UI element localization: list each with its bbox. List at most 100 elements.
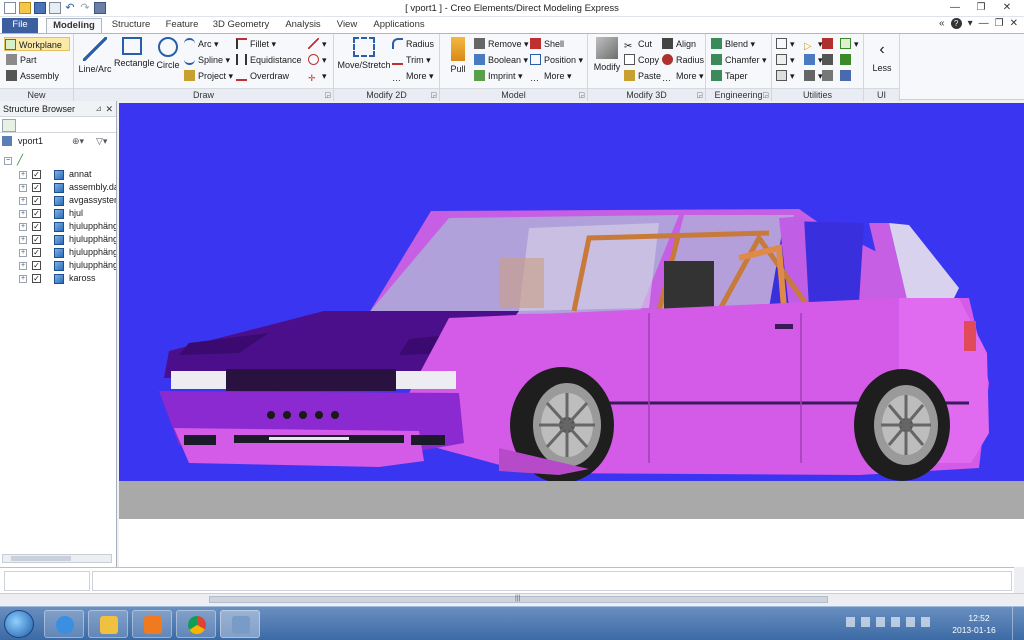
assembly-button[interactable]: Assembly [6, 69, 59, 83]
utility-section-icon[interactable]: ▾ [776, 53, 795, 67]
position-button[interactable]: Position ▾ [530, 53, 583, 67]
visibility-checkbox[interactable]: ✓ [32, 222, 41, 231]
command-scrollbar[interactable] [1014, 567, 1024, 593]
taskbar-explorer[interactable] [88, 610, 128, 638]
tree-item[interactable]: + ✓ assembly.da [0, 181, 116, 194]
line-arc-button[interactable]: Line/Arc [78, 37, 112, 74]
utility-box-icon[interactable]: ▾ [776, 69, 795, 83]
paste-button[interactable]: Paste [624, 69, 661, 83]
visibility-checkbox[interactable]: ✓ [32, 235, 41, 244]
visibility-checkbox[interactable]: ✓ [32, 196, 41, 205]
help-icon[interactable]: ? [950, 18, 962, 29]
filter-icon[interactable]: ▽▾ [96, 133, 107, 149]
more-2d-button[interactable]: … More ▾ [392, 69, 434, 83]
ribbon-collapse-icon[interactable]: « [939, 18, 945, 29]
tab-analysis[interactable]: Analysis [280, 18, 326, 33]
copy-button[interactable]: Copy [624, 53, 659, 67]
restore-button[interactable]: ❐ [968, 1, 994, 15]
binoculars-icon[interactable]: ⊕▾ [72, 133, 84, 149]
visibility-checkbox[interactable]: ✓ [32, 170, 41, 179]
visibility-checkbox[interactable]: ✓ [32, 209, 41, 218]
taskbar-media-player[interactable] [132, 610, 172, 638]
minimize-button[interactable]: — [942, 1, 968, 15]
taskbar-creo[interactable] [220, 610, 260, 638]
tab-feature[interactable]: Feature [160, 18, 204, 33]
utility-frame-icon[interactable]: ▾ [840, 37, 859, 51]
collapse-icon[interactable]: − [4, 157, 12, 165]
utility-view-icon[interactable] [840, 53, 854, 67]
close-button[interactable]: ✕ [994, 1, 1020, 15]
tree-tab-icon[interactable] [2, 119, 16, 132]
equidistance-button[interactable]: Equidistance [236, 53, 302, 67]
tree-item[interactable]: + ✓ hjulupphäng [0, 220, 116, 233]
clock-time[interactable]: 12:52 [954, 613, 1004, 623]
expand-icon[interactable]: + [19, 210, 27, 218]
fillet-button[interactable]: Fillet ▾ [236, 37, 276, 51]
start-button[interactable] [4, 610, 34, 638]
expand-icon[interactable]: + [19, 223, 27, 231]
taskbar-ie[interactable] [44, 610, 84, 638]
more-3d-button[interactable]: … More ▾ [662, 69, 704, 83]
expand-icon[interactable]: + [19, 262, 27, 270]
tree-item[interactable]: + ✓ hjulupphäng [0, 259, 116, 272]
tree-item[interactable]: + ✓ hjul [0, 207, 116, 220]
tab-file[interactable]: File [2, 18, 38, 33]
utility-pointer-icon[interactable]: ▷ ▾ [804, 37, 823, 52]
blend-button[interactable]: Blend ▾ [711, 37, 755, 51]
tray-volume-icon[interactable] [906, 617, 915, 627]
pull-button[interactable]: Pull [444, 37, 472, 74]
tray-language-icon[interactable] [921, 617, 930, 627]
close-icon[interactable]: ✕ [105, 101, 113, 117]
expand-icon[interactable]: + [19, 249, 27, 257]
utility-anchor-icon[interactable]: ▾ [804, 53, 823, 67]
tray-flag-icon[interactable] [846, 617, 855, 627]
radius-2d-button[interactable]: Radius [392, 37, 434, 51]
expand-icon[interactable]: + [19, 197, 27, 205]
shell-button[interactable]: Shell [530, 37, 564, 51]
rectangle-button[interactable]: Rectangle [114, 37, 155, 68]
taskbar-chrome[interactable] [176, 610, 216, 638]
tab-3d-geometry[interactable]: 3D Geometry [208, 18, 274, 33]
expand-icon[interactable]: + [19, 275, 27, 283]
tree-item[interactable]: +✓avgassystem [0, 194, 116, 207]
tab-structure[interactable]: Structure [106, 18, 156, 33]
scrollbar-thumb[interactable] [11, 556, 71, 561]
less-button[interactable]: ‹ Less [866, 40, 898, 73]
ribbon-restore-button[interactable]: ❐ [995, 18, 1004, 29]
tray-expand-icon[interactable] [861, 617, 870, 627]
tree-item[interactable]: + ✓ annat [0, 168, 116, 181]
tree-item[interactable]: + ✓ hjulupphäng [0, 233, 116, 246]
taper-button[interactable]: Taper [711, 69, 748, 83]
boolean-button[interactable]: Boolean ▾ [474, 53, 528, 67]
imprint-button[interactable]: Imprint ▾ [474, 69, 523, 83]
ribbon-close-button[interactable]: ✕ [1010, 18, 1018, 29]
utility-camera-icon[interactable] [822, 69, 836, 83]
tab-view[interactable]: View [332, 18, 362, 33]
utility-mirror-icon[interactable]: ▾ [804, 69, 823, 83]
tray-network-icon[interactable] [891, 617, 900, 627]
point-tool-icon[interactable]: ▾ [308, 53, 327, 67]
remove-button[interactable]: Remove ▾ [474, 37, 529, 51]
clock-date[interactable]: 2013-01-16 [944, 625, 1004, 635]
utility-filter-icon[interactable] [822, 53, 836, 67]
show-desktop-button[interactable] [1012, 607, 1024, 640]
tab-modeling[interactable]: Modeling [46, 18, 102, 33]
more-model-button[interactable]: … More ▾ [530, 69, 572, 83]
visibility-checkbox[interactable]: ✓ [32, 248, 41, 257]
utility-table-icon[interactable] [840, 69, 854, 83]
visibility-checkbox[interactable]: ✓ [32, 183, 41, 192]
structure-browser-scrollbar[interactable] [2, 554, 112, 563]
radius-3d-button[interactable]: Radius [662, 53, 704, 67]
ribbon-minimize-button[interactable]: — [979, 18, 989, 29]
pin-icon[interactable]: ⊿ [95, 101, 102, 117]
construction-tool-icon[interactable]: ✛ ▾ [308, 69, 327, 83]
workplane-button[interactable]: Workplane [4, 37, 70, 51]
expand-icon[interactable]: + [19, 171, 27, 179]
tab-applications[interactable]: Applications [368, 18, 430, 33]
line-tool-icon[interactable]: ▾ [308, 37, 327, 51]
expand-icon[interactable]: + [19, 184, 27, 192]
cut-button[interactable]: ✂ Cut [624, 37, 652, 52]
help-menu-icon[interactable]: ▾ [968, 18, 973, 29]
align-button[interactable]: Align [662, 37, 696, 51]
expand-icon[interactable]: + [19, 236, 27, 244]
